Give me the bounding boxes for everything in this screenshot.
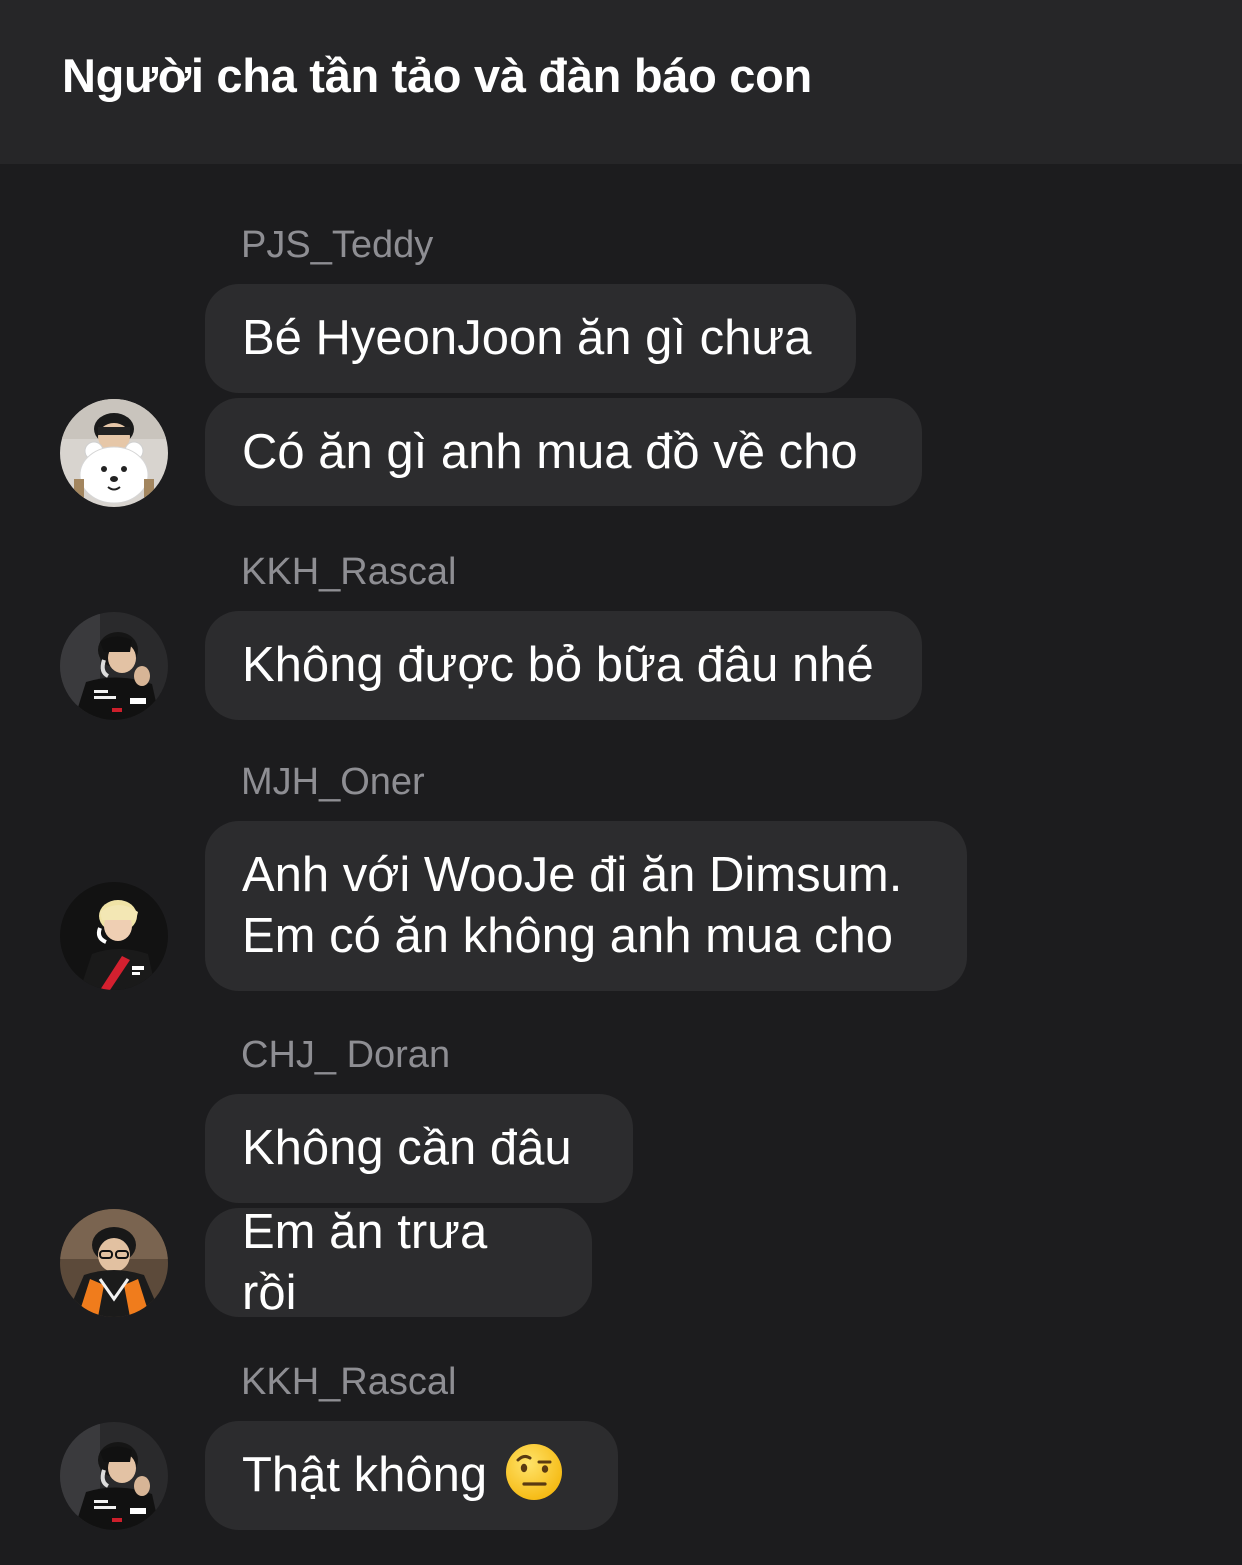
message-bubble[interactable]: Bé HyeonJoon ăn gì chưa xyxy=(205,284,856,393)
message-bubble[interactable]: Thật không xyxy=(205,1421,618,1530)
message-text: Anh với WooJe đi ăn Dimsum. Em có ăn khô… xyxy=(242,848,903,963)
message-bubble[interactable]: Không được bỏ bữa đâu nhé xyxy=(205,611,922,720)
message-bubble[interactable]: Em ăn trưa rồi xyxy=(205,1205,592,1320)
sender-name: PJS_Teddy xyxy=(241,224,434,266)
message-bubble[interactable]: Không cần đâu xyxy=(205,1094,633,1203)
message-bubble[interactable]: Anh với WooJe đi ăn Dimsum. Em có ăn khô… xyxy=(205,821,967,991)
message-bubble[interactable]: Có ăn gì anh mua đồ về cho xyxy=(205,398,922,506)
avatar-kkh-rascal-icon xyxy=(60,1422,168,1530)
message-text: Không được bỏ bữa đâu nhé xyxy=(242,638,874,692)
avatar[interactable] xyxy=(60,612,168,720)
avatar-chj-doran-icon xyxy=(60,1209,168,1317)
message-text: Em ăn trưa rồi xyxy=(242,1204,488,1320)
avatar-kkh-rascal-icon xyxy=(60,612,168,720)
face-with-raised-eyebrow-icon xyxy=(505,1443,563,1501)
message-text: Có ăn gì anh mua đồ về cho xyxy=(242,424,858,479)
sender-name: KKH_Rascal xyxy=(241,1361,457,1403)
avatar-pjs-teddy-icon xyxy=(60,399,168,507)
avatar[interactable] xyxy=(60,1209,168,1317)
message-text: Thật không xyxy=(242,1448,488,1502)
sender-name: MJH_Oner xyxy=(241,761,425,803)
sender-name: KKH_Rascal xyxy=(241,551,457,593)
avatar[interactable] xyxy=(60,1422,168,1530)
sender-name: CHJ_ Doran xyxy=(241,1034,451,1076)
message-text: Không cần đâu xyxy=(242,1121,572,1175)
chat-header: Người cha tần tảo và đàn báo con xyxy=(0,0,1242,164)
avatar[interactable] xyxy=(60,882,168,990)
message-text: Bé HyeonJoon ăn gì chưa xyxy=(242,311,812,365)
avatar-mjh-oner-icon xyxy=(60,882,168,990)
avatar[interactable] xyxy=(60,399,168,507)
chat-title[interactable]: Người cha tần tảo và đàn báo con xyxy=(62,48,812,103)
message-list[interactable]: PJS_Teddy Bé HyeonJoon ăn gì chưa Có ăn … xyxy=(0,164,1242,1565)
